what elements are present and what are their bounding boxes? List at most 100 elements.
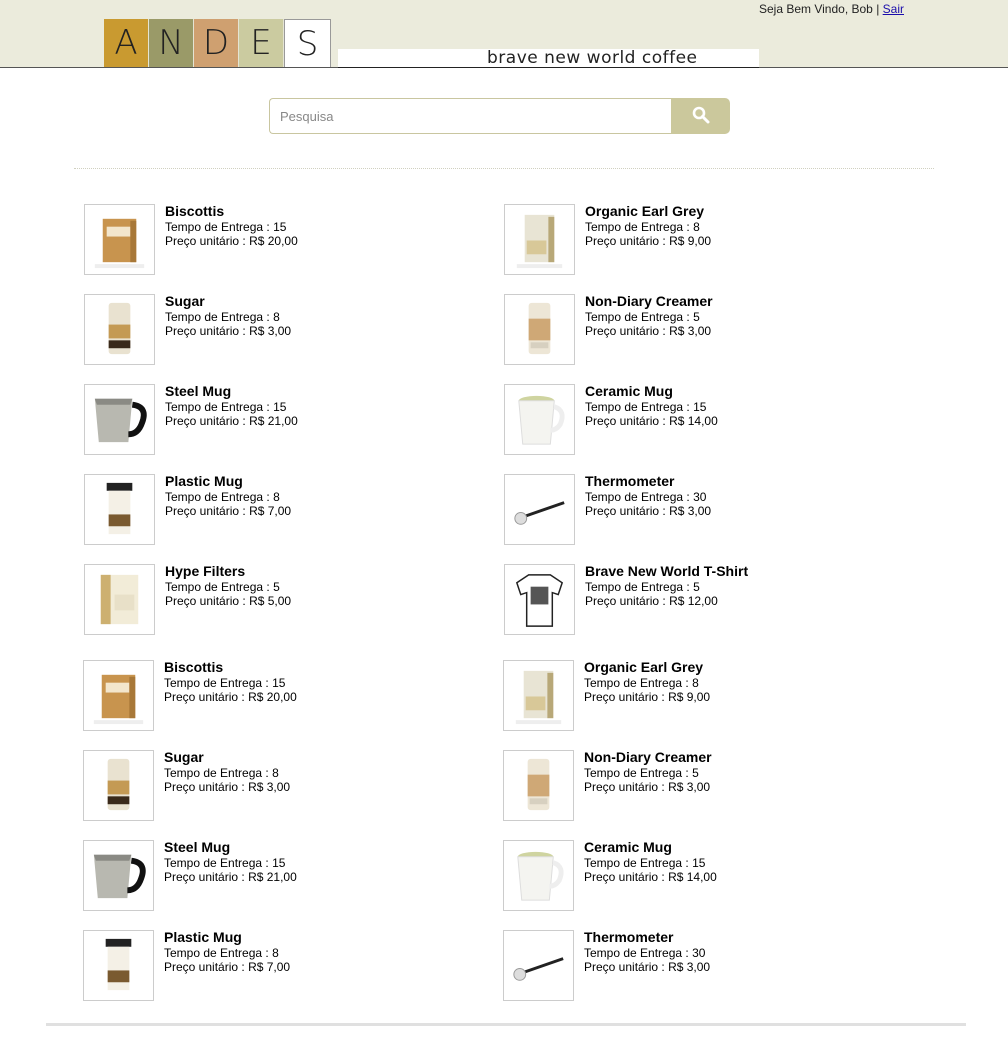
price-value: R$ 20,00 (248, 690, 297, 704)
delivery-label: Tempo de Entrega : (164, 766, 269, 780)
delivery-label: Tempo de Entrega : (584, 676, 689, 690)
product-name[interactable]: Sugar (164, 749, 204, 765)
product-image[interactable] (84, 204, 155, 275)
unit-price: Preço unitário : R$ 7,00 (165, 504, 291, 518)
product-name[interactable]: Hype Filters (165, 563, 245, 579)
price-value: R$ 9,00 (669, 234, 712, 248)
product-image[interactable] (504, 564, 575, 635)
product-image[interactable] (83, 750, 154, 821)
delivery-time: Tempo de Entrega : 30 (584, 946, 705, 960)
product-name[interactable]: Non-Diary Creamer (585, 293, 713, 309)
product-image[interactable] (83, 930, 154, 1001)
product-card[interactable]: Non-Diary Creamer Tempo de Entrega : 5 Pre… (504, 293, 884, 366)
unit-price: Preço unitário : R$ 7,00 (164, 960, 290, 974)
product-name[interactable]: Plastic Mug (165, 473, 243, 489)
product-image[interactable] (83, 660, 154, 731)
product-image[interactable] (503, 660, 574, 731)
product-card[interactable]: Plastic Mug Tempo de Entrega : 8 Preço uni… (84, 473, 464, 546)
product-name[interactable]: Organic Earl Grey (585, 203, 704, 219)
delivery-label: Tempo de Entrega : (585, 220, 690, 234)
product-card[interactable]: Steel Mug Tempo de Entrega : 15 Preço unit… (83, 839, 463, 912)
delivery-time: Tempo de Entrega : 15 (584, 856, 705, 870)
price-label: Preço unitário : (584, 690, 665, 704)
delivery-value: 5 (273, 580, 280, 594)
unit-price: Preço unitário : R$ 20,00 (165, 234, 298, 248)
product-card[interactable]: Biscottis Tempo de Entrega : 15 Preço unit… (84, 203, 464, 276)
product-card[interactable]: Sugar Tempo de Entrega : 8 Preço unitário … (83, 749, 463, 822)
product-image[interactable] (504, 384, 575, 455)
product-image[interactable] (83, 840, 154, 911)
product-image[interactable] (84, 294, 155, 365)
delivery-time: Tempo de Entrega : 15 (164, 676, 285, 690)
product-name[interactable]: Thermometer (584, 929, 673, 945)
product-card[interactable]: Steel Mug Tempo de Entrega : 15 Preço unit… (84, 383, 464, 456)
price-value: R$ 3,00 (249, 324, 292, 338)
product-image[interactable] (503, 930, 574, 1001)
product-name[interactable]: Brave New World T-Shirt (585, 563, 748, 579)
product-image[interactable] (84, 384, 155, 455)
product-card[interactable]: Plastic Mug Tempo de Entrega : 8 Preço uni… (83, 929, 463, 1002)
product-name[interactable]: Biscottis (164, 659, 223, 675)
product-image[interactable] (504, 294, 575, 365)
product-grid: Biscottis Tempo de Entrega : 15 Preço unit… (0, 0, 1008, 1042)
product-card[interactable]: Sugar Tempo de Entrega : 8 Preço unitário … (84, 293, 464, 366)
product-name[interactable]: Ceramic Mug (584, 839, 672, 855)
product-card[interactable]: Brave New World T-Shirt Tempo de Entrega … (504, 563, 884, 636)
price-value: R$ 21,00 (248, 870, 297, 884)
product-card[interactable]: Biscottis Tempo de Entrega : 15 Preço unit… (83, 659, 463, 732)
product-name[interactable]: Biscottis (165, 203, 224, 219)
product-name[interactable]: Ceramic Mug (585, 383, 673, 399)
product-image[interactable] (504, 474, 575, 545)
delivery-label: Tempo de Entrega : (165, 580, 270, 594)
product-image[interactable] (504, 204, 575, 275)
product-name[interactable]: Thermometer (585, 473, 674, 489)
price-label: Preço unitário : (584, 870, 665, 884)
price-label: Preço unitário : (164, 960, 245, 974)
product-name[interactable]: Steel Mug (165, 383, 231, 399)
product-name[interactable]: Sugar (165, 293, 205, 309)
unit-price: Preço unitário : R$ 21,00 (165, 414, 298, 428)
product-image[interactable] (503, 840, 574, 911)
product-card[interactable]: Organic Earl Grey Tempo de Entrega : 8 Pre… (504, 203, 884, 276)
delivery-label: Tempo de Entrega : (585, 580, 690, 594)
product-name[interactable]: Non-Diary Creamer (584, 749, 712, 765)
product-card[interactable]: Ceramic Mug Tempo de Entrega : 15 Preço un… (503, 839, 883, 912)
delivery-label: Tempo de Entrega : (165, 310, 270, 324)
price-value: R$ 3,00 (668, 780, 711, 794)
product-card[interactable]: Ceramic Mug Tempo de Entrega : 15 Preço un… (504, 383, 884, 456)
delivery-label: Tempo de Entrega : (585, 490, 690, 504)
price-value: R$ 14,00 (669, 414, 718, 428)
price-value: R$ 21,00 (249, 414, 298, 428)
delivery-value: 8 (273, 310, 280, 324)
product-card[interactable]: Non-Diary Creamer Tempo de Entrega : 5 Pre… (503, 749, 883, 822)
product-image[interactable] (503, 750, 574, 821)
unit-price: Preço unitário : R$ 3,00 (585, 324, 711, 338)
product-name[interactable]: Organic Earl Grey (584, 659, 703, 675)
delivery-value: 15 (692, 856, 706, 870)
price-value: R$ 7,00 (248, 960, 291, 974)
unit-price: Preço unitário : R$ 20,00 (164, 690, 297, 704)
product-card[interactable]: Thermometer Tempo de Entrega : 30 Preço un… (504, 473, 884, 546)
delivery-value: 8 (692, 676, 699, 690)
delivery-time: Tempo de Entrega : 5 (165, 580, 280, 594)
delivery-label: Tempo de Entrega : (165, 490, 270, 504)
price-label: Preço unitário : (165, 234, 246, 248)
unit-price: Preço unitário : R$ 3,00 (584, 960, 710, 974)
delivery-value: 5 (693, 310, 700, 324)
product-card[interactable]: Thermometer Tempo de Entrega : 30 Preço un… (503, 929, 883, 1002)
footer-divider (46, 1023, 966, 1026)
price-value: R$ 9,00 (668, 690, 711, 704)
product-image[interactable] (84, 474, 155, 545)
price-label: Preço unitário : (584, 780, 665, 794)
delivery-time: Tempo de Entrega : 8 (165, 490, 280, 504)
product-image[interactable] (84, 564, 155, 635)
product-name[interactable]: Steel Mug (164, 839, 230, 855)
product-card[interactable]: Hype Filters Tempo de Entrega : 5 Preço un… (84, 563, 464, 636)
delivery-value: 30 (693, 490, 707, 504)
price-label: Preço unitário : (165, 414, 246, 428)
product-name[interactable]: Plastic Mug (164, 929, 242, 945)
delivery-label: Tempo de Entrega : (584, 856, 689, 870)
delivery-label: Tempo de Entrega : (165, 400, 270, 414)
delivery-time: Tempo de Entrega : 8 (165, 310, 280, 324)
product-card[interactable]: Organic Earl Grey Tempo de Entrega : 8 Pre… (503, 659, 883, 732)
